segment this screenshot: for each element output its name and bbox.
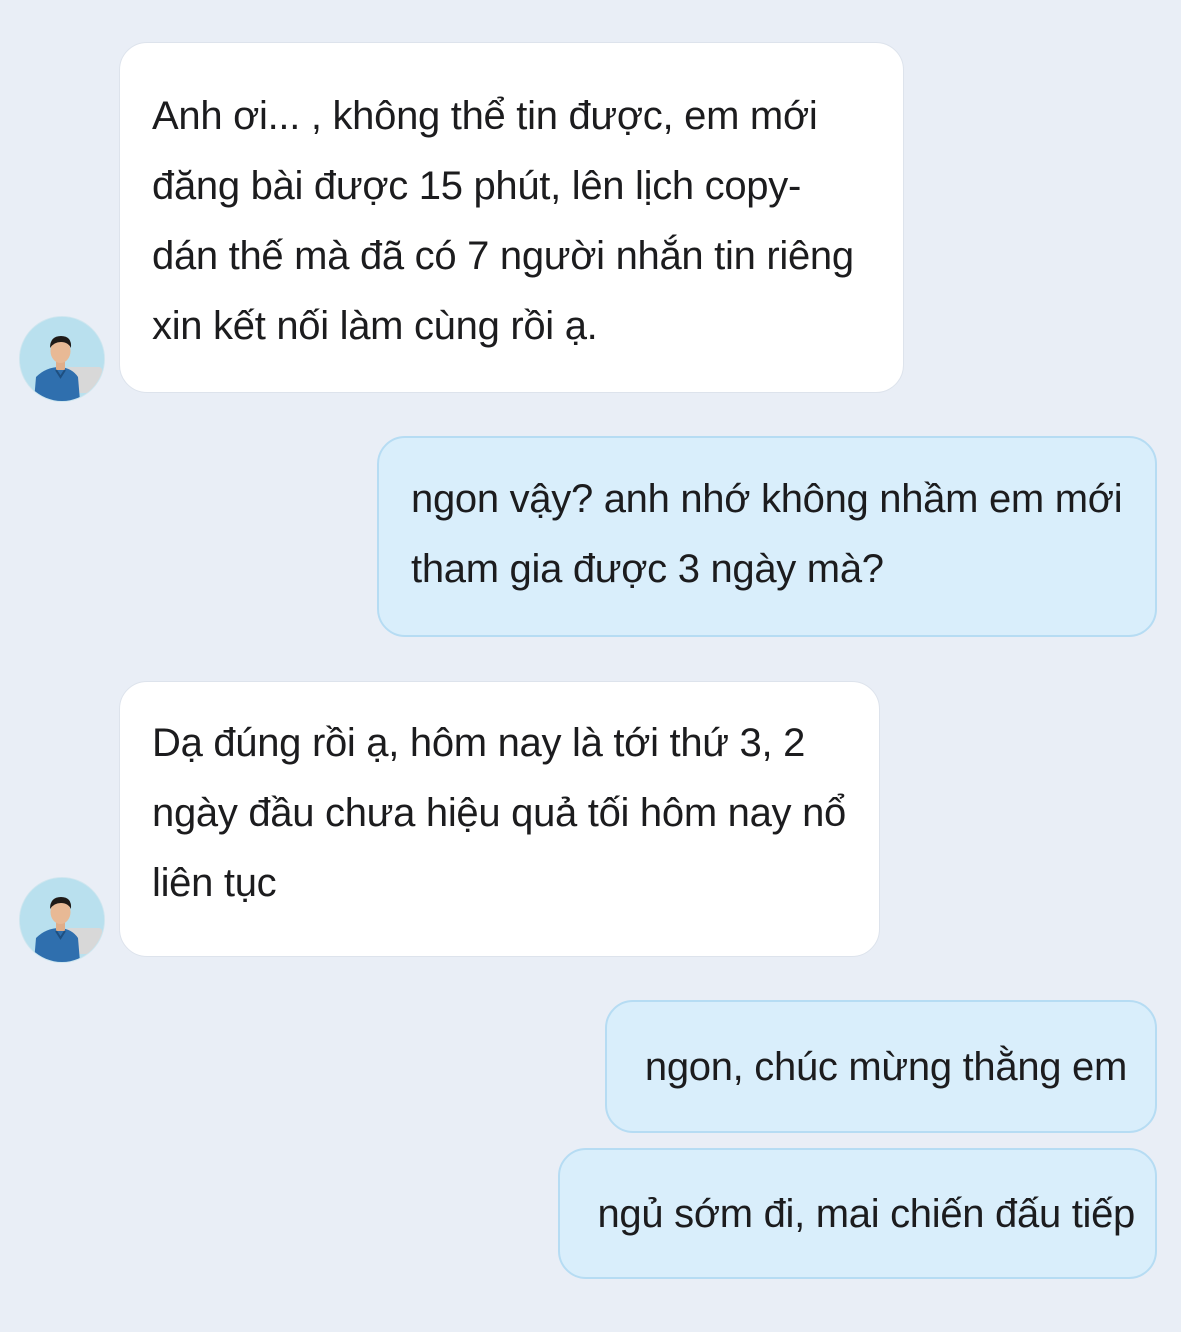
message-text-line: ngủ sớm đi, mai chiến đấu tiếp [597, 1191, 1135, 1236]
message-text-line: Dạ đúng rồi ạ, hôm nay là tới thứ 3, 2 [152, 721, 806, 765]
message-bubble-outgoing[interactable]: ngon vậy? anh nhớ không nhầm em mới tham… [377, 436, 1157, 637]
message-text-line: xin kết nối làm cùng rồi ạ. [152, 304, 598, 348]
message-bubble-outgoing[interactable]: ngon, chúc mừng thằng em [605, 1000, 1157, 1133]
message-text-line: liên tục [152, 861, 277, 905]
message-text-line: đăng bài được 15 phút, lên lịch copy- [152, 164, 801, 208]
message-text-line: Anh ơi... , không thể tin được, em mới [152, 94, 818, 138]
message-bubble-incoming[interactable]: Dạ đúng rồi ạ, hôm nay là tới thứ 3, 2 n… [119, 681, 880, 957]
person-avatar-icon [20, 317, 104, 401]
message-text-line: ngon, chúc mừng thằng em [644, 1044, 1127, 1089]
contact-avatar[interactable] [19, 877, 105, 963]
message-text-line: ngày đầu chưa hiệu quả tối hôm nay nổ [152, 791, 846, 835]
message-bubble-incoming[interactable]: Anh ơi... , không thể tin được, em mới đ… [119, 42, 904, 393]
message-text-line: dán thế mà đã có 7 người nhắn tin riêng [152, 234, 854, 278]
message-text-line: tham gia được 3 ngày mà? [411, 547, 884, 591]
message-bubble-outgoing[interactable]: ngủ sớm đi, mai chiến đấu tiếp [558, 1148, 1157, 1279]
person-avatar-icon [20, 878, 104, 962]
message-text-line: ngon vậy? anh nhớ không nhầm em mới [411, 477, 1123, 521]
contact-avatar[interactable] [19, 316, 105, 402]
